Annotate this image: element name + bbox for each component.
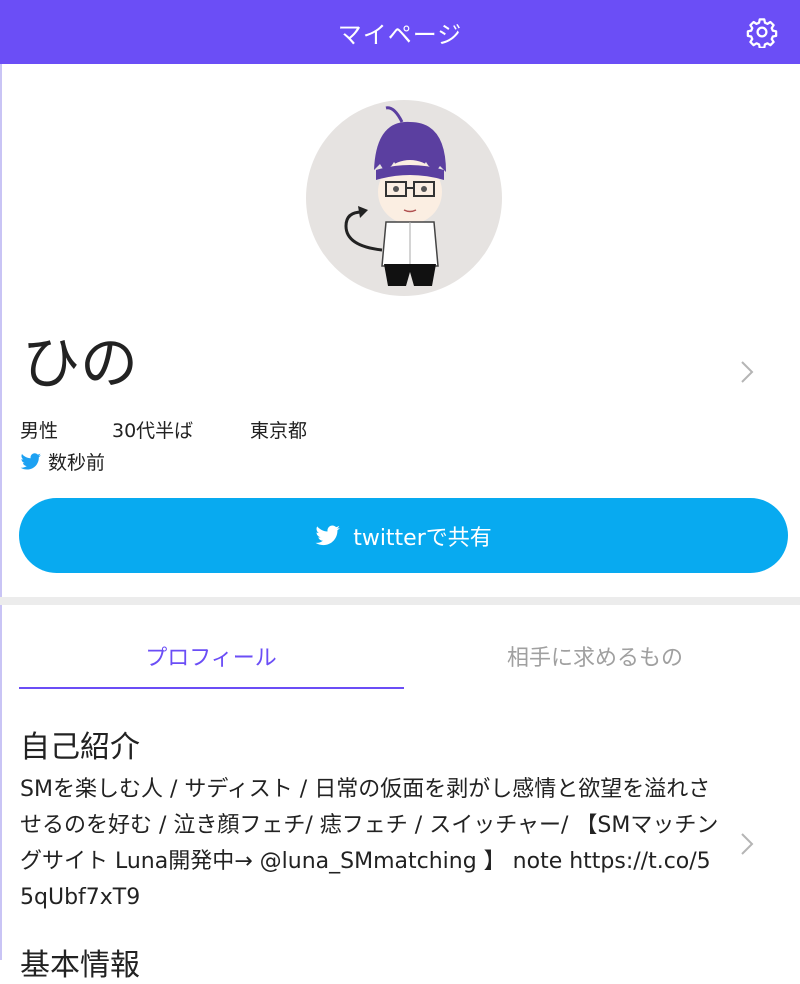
gear-icon[interactable] xyxy=(746,16,778,48)
intro-text: SMを楽しむ人 / サディスト / 日常の仮面を剥がし感情と欲望を溢れさせるのを… xyxy=(20,777,719,910)
active-tab-indicator xyxy=(19,687,404,689)
gender: 男性 xyxy=(20,420,59,442)
location: 東京都 xyxy=(250,420,308,442)
section-divider xyxy=(0,597,800,605)
share-label: twitterで共有 xyxy=(353,525,492,551)
twitter-bird-icon xyxy=(20,452,41,470)
avatar-illustration xyxy=(344,106,446,286)
profile-meta: 男性 30代半ば 東京都 xyxy=(20,416,307,443)
avatar[interactable] xyxy=(306,100,502,296)
basic-info-title: 基本情報 xyxy=(20,948,140,983)
tab-partner-wants[interactable]: 相手に求めるもの xyxy=(403,640,787,672)
left-edge-line xyxy=(0,64,2,960)
app-header: マイページ xyxy=(0,0,800,64)
page-title: マイページ xyxy=(337,20,463,49)
last-login: 数秒前 xyxy=(20,448,105,475)
chevron-right-icon[interactable] xyxy=(736,830,756,858)
twitter-bird-icon xyxy=(315,524,341,545)
twitter-share-button[interactable]: twitterで共有 xyxy=(19,498,788,573)
tab-profile[interactable]: プロフィール xyxy=(19,640,403,672)
user-name: ひの xyxy=(22,329,139,397)
last-login-text: 数秒前 xyxy=(48,452,106,474)
intro-title: 自己紹介 xyxy=(20,730,140,765)
chevron-right-icon[interactable] xyxy=(736,358,756,386)
age: 30代半ば xyxy=(112,420,194,442)
